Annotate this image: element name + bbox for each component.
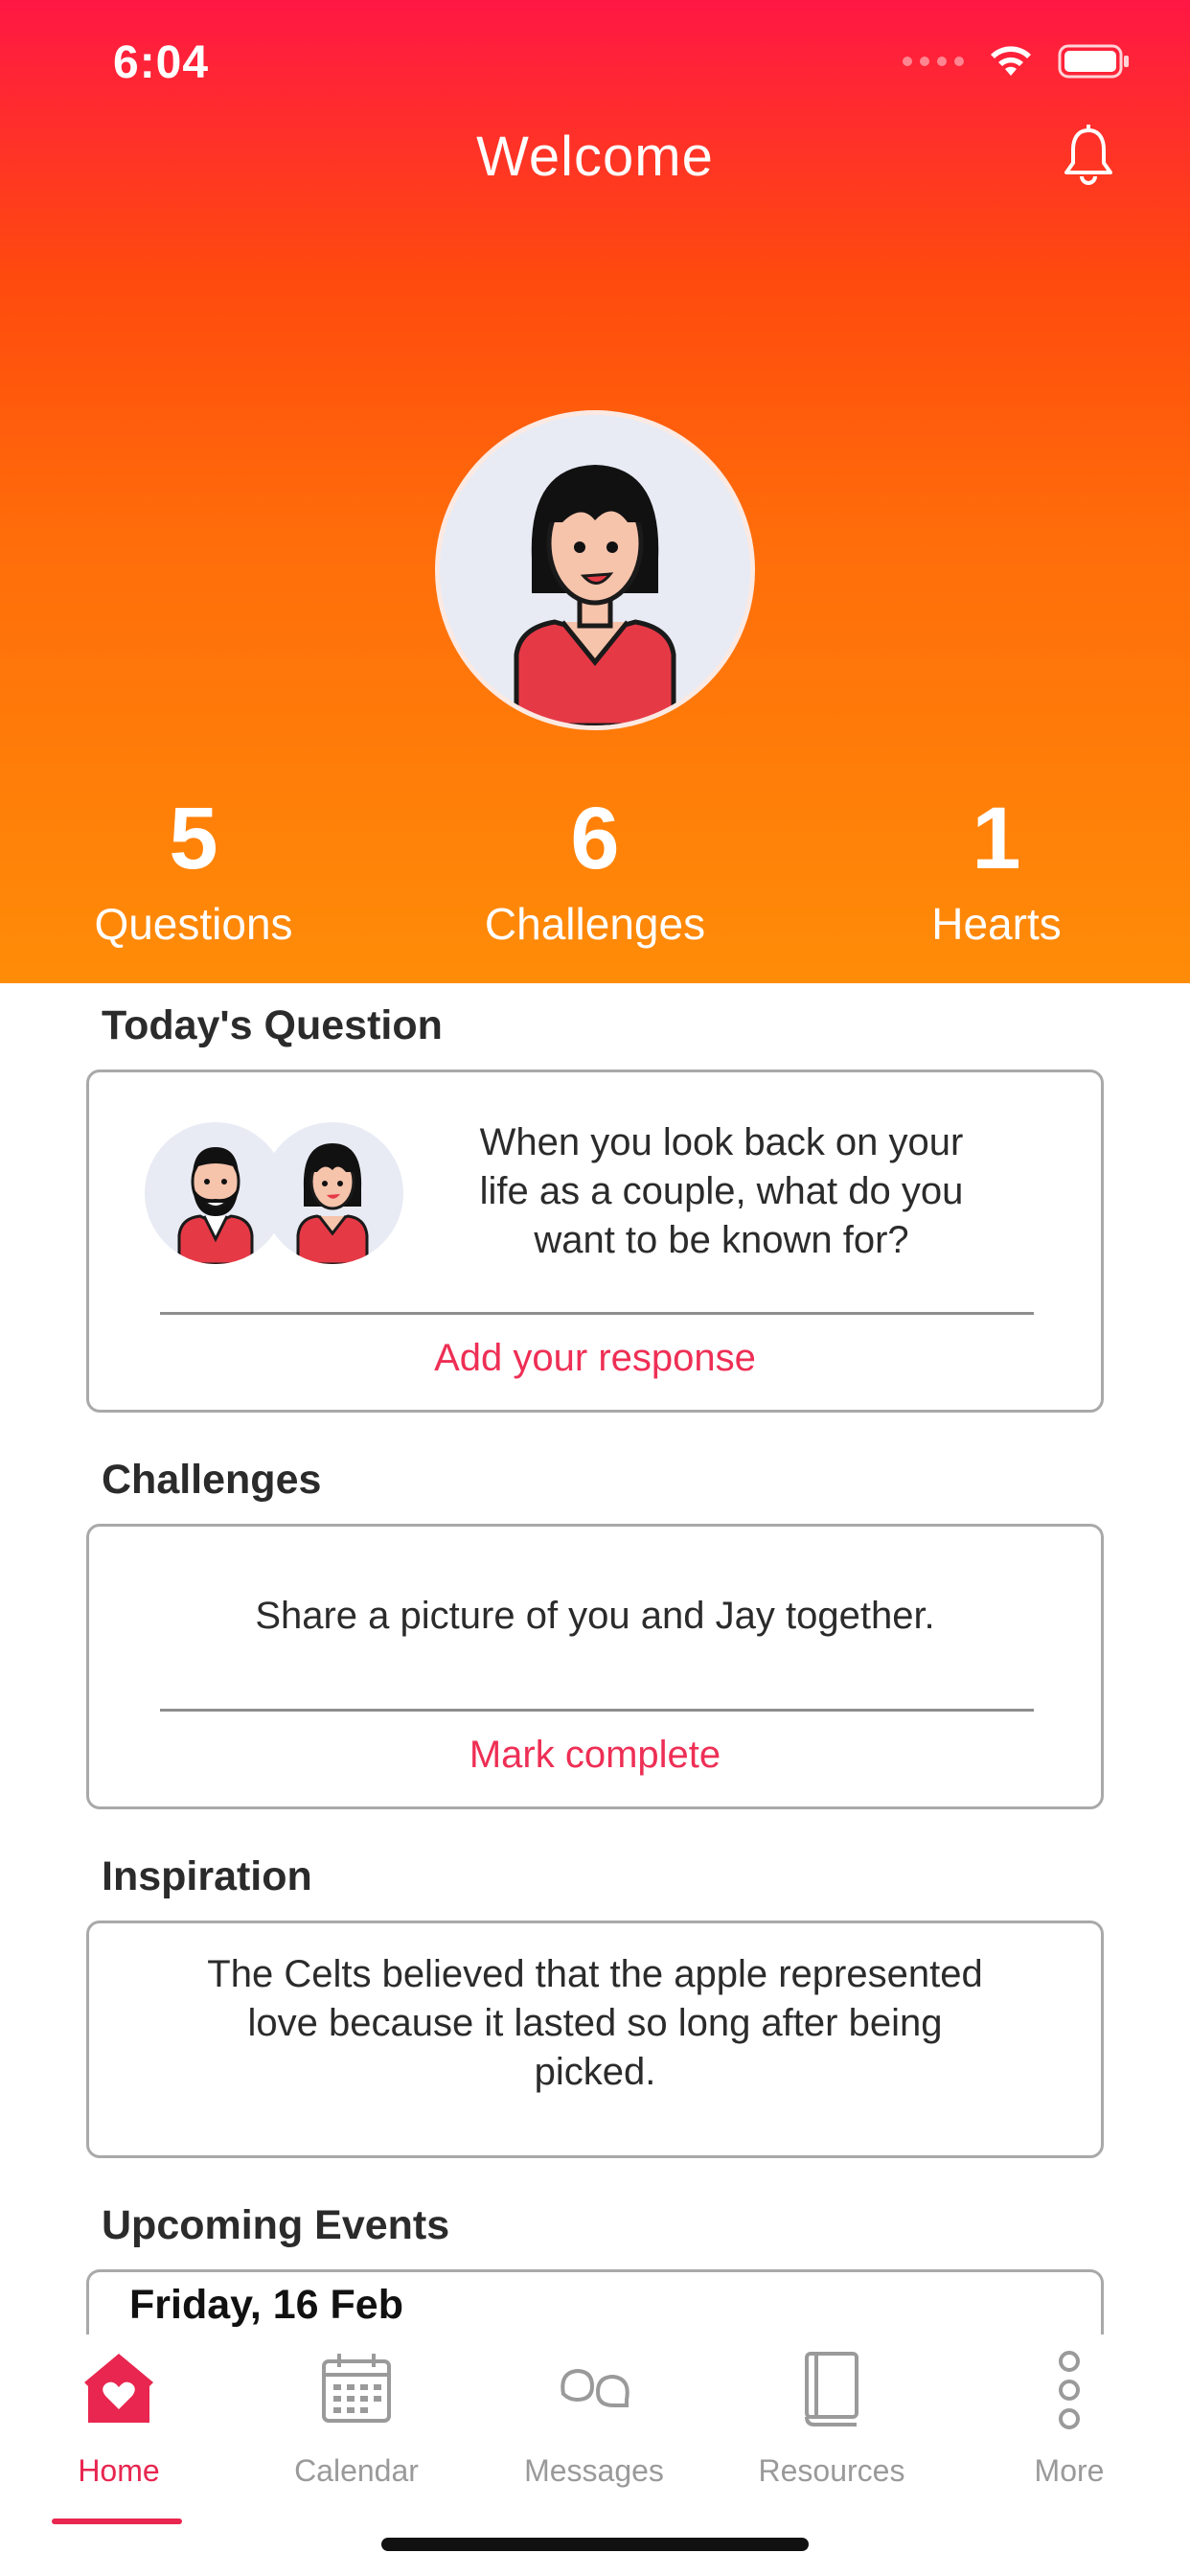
stat-label: Hearts [931, 899, 1062, 949]
tab-home[interactable]: Home [0, 2350, 238, 2503]
user-avatar [262, 1122, 403, 1264]
notifications-bell-icon[interactable] [1062, 125, 1115, 186]
home-heart-icon [80, 2350, 157, 2426]
stat-challenges[interactable]: 6 Challenges [423, 786, 767, 953]
challenge-card: Share a picture of you and Jay together.… [86, 1524, 1104, 1809]
stat-hearts[interactable]: 1 Hearts [824, 786, 1169, 953]
page-title: Welcome [476, 126, 714, 188]
stat-label: Questions [94, 899, 293, 949]
stat-value: 5 [169, 790, 218, 887]
tab-label: More [1034, 2453, 1105, 2488]
todays-question-card: When you look back on your life as a cou… [86, 1070, 1104, 1413]
tab-label: Messages [524, 2453, 664, 2488]
card-divider [160, 1312, 1034, 1315]
stat-questions[interactable]: 5 Questions [21, 786, 366, 953]
profile-avatar[interactable] [435, 410, 755, 730]
profile-header: 6:04 Welcome 5 Questions 6 Challenges 1 … [0, 0, 1190, 983]
stat-value: 6 [570, 790, 620, 887]
challenge-text: Share a picture of you and Jay together. [255, 1595, 935, 1637]
more-dots-icon [1031, 2350, 1108, 2429]
card-divider [160, 1709, 1034, 1712]
inspiration-card: The Celts believed that the apple repres… [86, 1920, 1104, 2158]
wifi-icon [987, 43, 1035, 80]
signal-icon [903, 57, 964, 66]
inspiration-heading: Inspiration [102, 1853, 312, 1899]
tab-calendar[interactable]: Calendar [238, 2350, 475, 2503]
event-date: Friday, 16 Feb [129, 2282, 403, 2328]
status-time: 6:04 [113, 37, 210, 88]
tab-messages[interactable]: Messages [475, 2350, 713, 2503]
tab-more[interactable]: More [950, 2350, 1188, 2503]
todays-question-heading: Today's Question [102, 1002, 443, 1048]
stat-label: Challenges [484, 899, 706, 949]
tab-label: Calendar [294, 2453, 419, 2488]
book-icon [793, 2350, 870, 2426]
calendar-icon [318, 2350, 395, 2426]
upcoming-events-heading: Upcoming Events [102, 2202, 450, 2248]
messages-icon [556, 2350, 632, 2426]
status-bar: 6:04 [0, 0, 1190, 134]
tab-label: Home [78, 2453, 160, 2488]
stat-value: 1 [972, 790, 1021, 887]
mark-complete-link[interactable]: Mark complete [89, 1734, 1101, 1777]
add-response-link[interactable]: Add your response [89, 1337, 1101, 1380]
tab-resources[interactable]: Resources [713, 2350, 950, 2503]
stats-row: 5 Questions 6 Challenges 1 Hearts [0, 786, 1190, 978]
question-text: When you look back on your life as a cou… [479, 1121, 964, 1261]
home-indicator [381, 2538, 809, 2551]
battery-icon [1058, 43, 1131, 80]
status-icons [903, 42, 1131, 80]
inspiration-text: The Celts believed that the apple repres… [207, 1953, 983, 2093]
challenges-heading: Challenges [102, 1457, 322, 1503]
active-tab-indicator [52, 2518, 182, 2524]
tab-label: Resources [758, 2453, 905, 2488]
